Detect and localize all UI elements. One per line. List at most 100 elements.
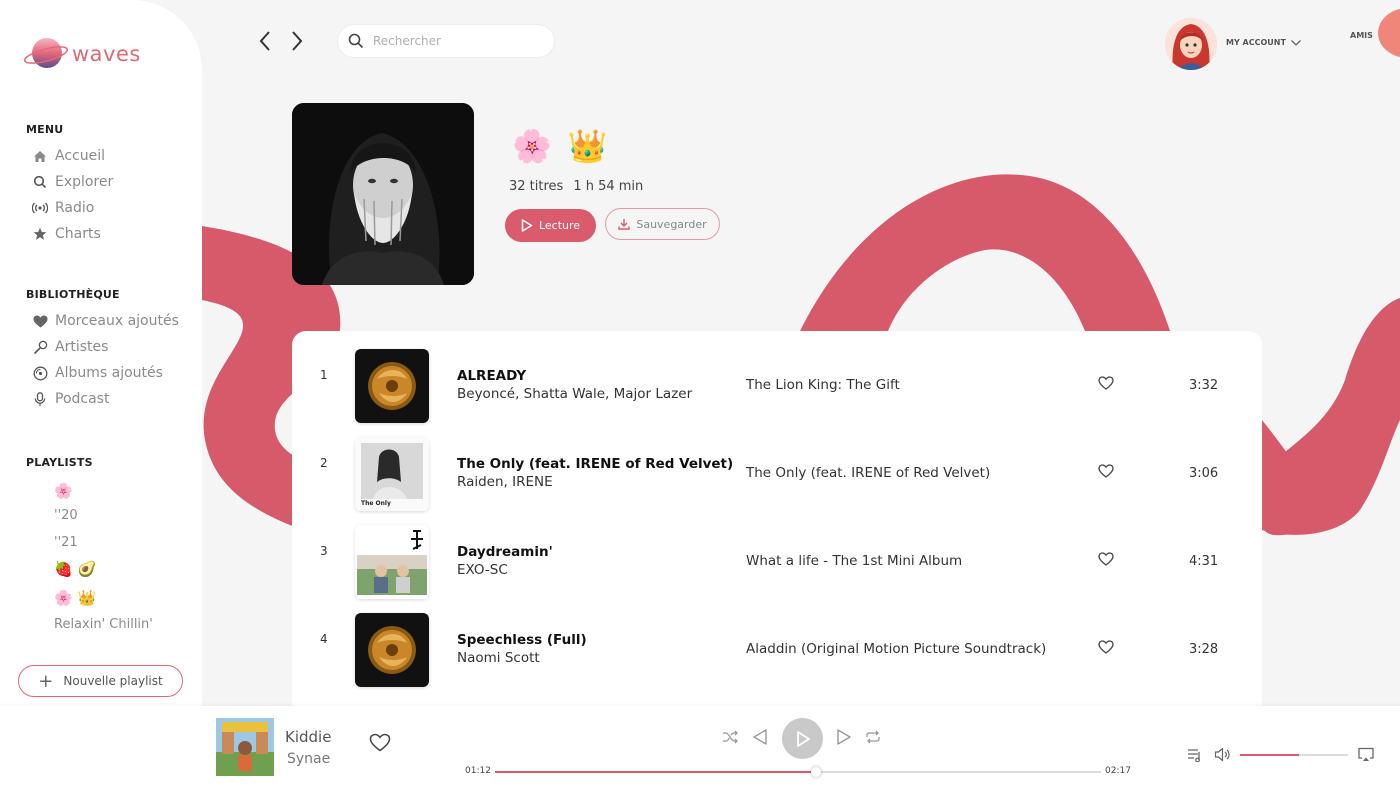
nav-item-artistes[interactable]: Artistes bbox=[32, 339, 108, 355]
queue-icon[interactable] bbox=[1187, 748, 1203, 762]
table-row[interactable]: 4 Speechless (Full) Naomi Scott Aladdin … bbox=[292, 595, 1262, 687]
like-heart-icon[interactable] bbox=[1098, 376, 1114, 390]
playlist-item-flower[interactable]: 🌸 bbox=[54, 482, 73, 500]
track-title[interactable]: ALREADY bbox=[457, 368, 526, 384]
play-icon bbox=[796, 730, 810, 747]
flower-emoji-icon: 🌸 bbox=[512, 127, 552, 165]
friends-label[interactable]: AMIS bbox=[1350, 31, 1373, 40]
playlist-item-flower-crown[interactable]: 🌸 👑 bbox=[54, 589, 96, 607]
nav-item-label: Charts bbox=[55, 226, 101, 242]
cast-device-icon[interactable] bbox=[1358, 747, 1374, 762]
volume-icon[interactable] bbox=[1214, 747, 1232, 762]
playlist-item-relaxin[interactable]: Relaxin' Chillin' bbox=[54, 617, 153, 632]
track-number: 3 bbox=[320, 544, 328, 558]
podcast-mic-icon bbox=[32, 391, 48, 407]
like-heart-icon[interactable] bbox=[1098, 464, 1114, 478]
playlists-section-title: PLAYLISTS bbox=[26, 456, 93, 469]
table-row[interactable]: 1 ALREADY Beyoncé, Shatta Wale, Major La… bbox=[292, 331, 1262, 423]
cover-caption: The Only bbox=[361, 500, 391, 507]
app-logo[interactable]: waves bbox=[22, 34, 141, 74]
download-icon bbox=[618, 219, 631, 230]
planet-logo-icon bbox=[23, 38, 68, 68]
strawberry-emoji-icon: 🍓 bbox=[54, 560, 73, 578]
home-icon bbox=[32, 148, 48, 164]
star-icon bbox=[32, 226, 48, 242]
search-input[interactable] bbox=[373, 34, 533, 48]
track-cover-image bbox=[355, 349, 429, 423]
back-arrow-icon[interactable] bbox=[258, 30, 272, 52]
track-number: 4 bbox=[320, 632, 328, 646]
progress-handle[interactable] bbox=[811, 767, 822, 777]
now-playing-title[interactable]: Kiddie bbox=[285, 728, 331, 746]
new-playlist-button[interactable]: + Nouvelle playlist bbox=[18, 665, 183, 697]
playlist-item-fruits[interactable]: 🍓 🥑 bbox=[54, 560, 96, 578]
track-album[interactable]: The Lion King: The Gift bbox=[746, 377, 900, 393]
play-pause-button[interactable] bbox=[782, 718, 823, 759]
save-playlist-button[interactable]: Sauvegarder bbox=[605, 208, 720, 240]
playlist-title-emoji: 🌸 👑 bbox=[512, 127, 608, 165]
forward-arrow-icon[interactable] bbox=[290, 30, 304, 52]
current-time: 01:12 bbox=[465, 766, 491, 776]
track-title[interactable]: Daydreamin' bbox=[457, 544, 553, 560]
nav-item-podcast[interactable]: Podcast bbox=[32, 391, 109, 407]
table-row[interactable]: 2 The Only The Only (feat. IRENE of Red … bbox=[292, 419, 1262, 511]
chevron-down-icon bbox=[1290, 39, 1301, 46]
volume-slider[interactable] bbox=[1240, 754, 1348, 756]
progress-bar[interactable] bbox=[495, 767, 1101, 777]
track-artist[interactable]: Naomi Scott bbox=[457, 650, 540, 666]
volume-fill bbox=[1240, 754, 1300, 756]
nav-item-albums[interactable]: Albums ajoutés bbox=[32, 365, 163, 381]
search-icon bbox=[348, 33, 364, 49]
my-account-label: MY ACCOUNT bbox=[1226, 38, 1286, 47]
track-duration: 4:31 bbox=[1189, 554, 1219, 569]
track-title[interactable]: The Only (feat. IRENE of Red Velvet) bbox=[457, 456, 733, 472]
nav-item-morceaux[interactable]: Morceaux ajoutés bbox=[32, 313, 179, 329]
now-playing-cover-image bbox=[216, 718, 274, 776]
track-artist[interactable]: EXO-SC bbox=[457, 562, 508, 578]
track-number: 1 bbox=[320, 368, 328, 382]
track-album[interactable]: Aladdin (Original Motion Picture Soundtr… bbox=[746, 641, 1046, 657]
search-bar[interactable] bbox=[337, 24, 555, 58]
my-account-menu[interactable]: MY ACCOUNT bbox=[1226, 38, 1302, 47]
library-section-title: BIBLIOTHÈQUE bbox=[26, 288, 120, 301]
nav-item-label: Radio bbox=[55, 200, 95, 216]
avatar[interactable] bbox=[1165, 18, 1217, 70]
playlist-item-20[interactable]: ''20 bbox=[54, 508, 78, 523]
heart-icon bbox=[32, 313, 48, 329]
total-time: 02:17 bbox=[1105, 766, 1131, 776]
next-icon[interactable] bbox=[836, 728, 852, 746]
shuffle-icon[interactable] bbox=[722, 730, 738, 744]
now-playing-artist[interactable]: Synae bbox=[287, 751, 330, 767]
repeat-icon[interactable] bbox=[865, 730, 881, 744]
track-list: 1 ALREADY Beyoncé, Shatta Wale, Major La… bbox=[292, 331, 1262, 706]
track-album[interactable]: What a life - The 1st Mini Album bbox=[746, 553, 962, 569]
like-heart-icon[interactable] bbox=[1098, 552, 1114, 566]
like-heart-icon[interactable] bbox=[1098, 640, 1114, 654]
nav-item-accueil[interactable]: Accueil bbox=[32, 148, 105, 164]
track-count: 32 titres bbox=[509, 179, 564, 194]
playlist-cover-image bbox=[292, 103, 474, 285]
nav-item-radio[interactable]: Radio bbox=[32, 200, 94, 216]
track-artist[interactable]: Raiden, IRENE bbox=[457, 474, 553, 490]
flower-emoji-icon: 🌸 bbox=[54, 589, 73, 607]
player-bar: Kiddie Synae 01:12 02:17 bbox=[0, 706, 1400, 788]
previous-icon[interactable] bbox=[752, 728, 768, 746]
friends-avatar[interactable] bbox=[1378, 8, 1400, 58]
avocado-emoji-icon: 🥑 bbox=[77, 560, 97, 578]
track-title[interactable]: Speechless (Full) bbox=[457, 632, 587, 648]
table-row[interactable]: 3 Daydreamin' EXO-SC What a life - The 1… bbox=[292, 507, 1262, 599]
track-album[interactable]: The Only (feat. IRENE of Red Velvet) bbox=[746, 465, 990, 481]
like-heart-icon[interactable] bbox=[369, 733, 391, 752]
flower-emoji-icon: 🌸 bbox=[54, 482, 73, 500]
track-duration: 3:06 bbox=[1189, 466, 1219, 481]
crown-emoji-icon: 👑 bbox=[77, 589, 97, 607]
nav-item-label: Artistes bbox=[55, 339, 109, 355]
nav-item-explorer[interactable]: Explorer bbox=[32, 174, 113, 190]
nav-item-label: Podcast bbox=[55, 391, 110, 407]
track-artist[interactable]: Beyoncé, Shatta Wale, Major Lazer bbox=[457, 386, 692, 402]
playlist-item-21[interactable]: ''21 bbox=[54, 535, 78, 550]
play-playlist-button[interactable]: Lecture bbox=[505, 209, 596, 242]
nav-item-charts[interactable]: Charts bbox=[32, 226, 101, 242]
disc-icon bbox=[32, 365, 48, 381]
nav-item-label: Explorer bbox=[55, 174, 114, 190]
